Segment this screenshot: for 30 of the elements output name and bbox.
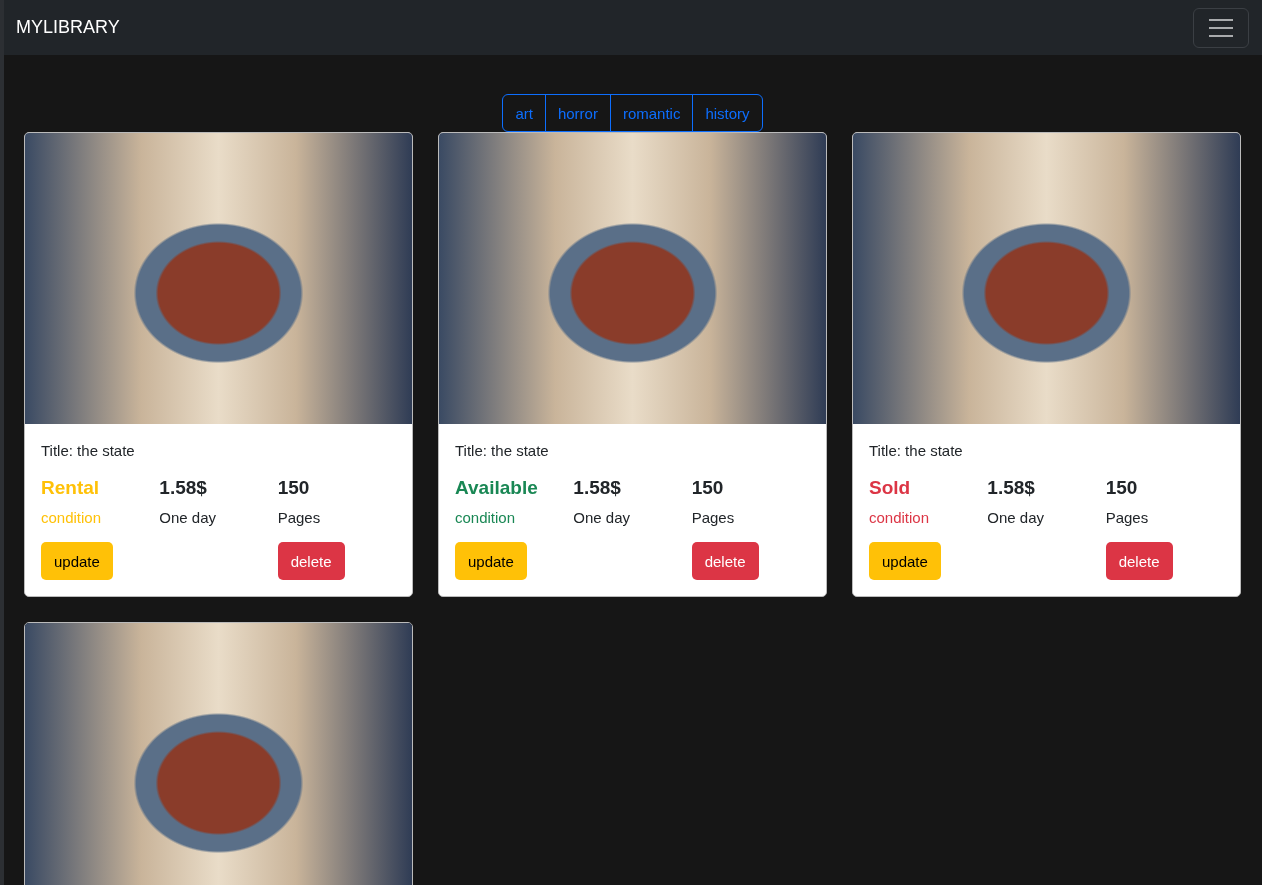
menu-button[interactable] xyxy=(1193,7,1249,48)
pages-caption: Pages xyxy=(691,509,736,526)
pages-caption: Pages xyxy=(277,509,322,526)
price-caption: One day xyxy=(573,509,632,526)
price-label: 1.58$ xyxy=(573,477,622,499)
price-label: 1.58$ xyxy=(987,477,1036,499)
book-title: Title: the state xyxy=(41,442,136,459)
status-caption: condition xyxy=(41,509,103,526)
status-caption: condition xyxy=(869,509,931,526)
status-label: Sold xyxy=(869,477,912,499)
update-button[interactable]: update xyxy=(455,542,527,580)
brand-title[interactable]: MYLIBRARY xyxy=(16,17,120,38)
status-label: Available xyxy=(455,477,539,499)
price-caption: One day xyxy=(159,509,218,526)
menu-icon xyxy=(1208,17,1234,38)
delete-button[interactable]: delete xyxy=(1105,542,1173,580)
pages-label: 150 xyxy=(277,477,311,499)
status-label: Rental xyxy=(41,477,101,499)
price-label: 1.58$ xyxy=(159,477,208,499)
book-title: Title: the state xyxy=(455,442,550,459)
book-title: Title: the state xyxy=(869,442,964,459)
update-button[interactable]: update xyxy=(41,542,113,580)
delete-button[interactable]: delete xyxy=(691,542,759,580)
update-button[interactable]: update xyxy=(869,542,941,580)
delete-button[interactable]: delete xyxy=(277,542,345,580)
price-caption: One day xyxy=(987,509,1046,526)
pages-label: 150 xyxy=(1105,477,1139,499)
pages-label: 150 xyxy=(691,477,725,499)
pages-caption: Pages xyxy=(1105,509,1150,526)
status-caption: condition xyxy=(455,509,517,526)
